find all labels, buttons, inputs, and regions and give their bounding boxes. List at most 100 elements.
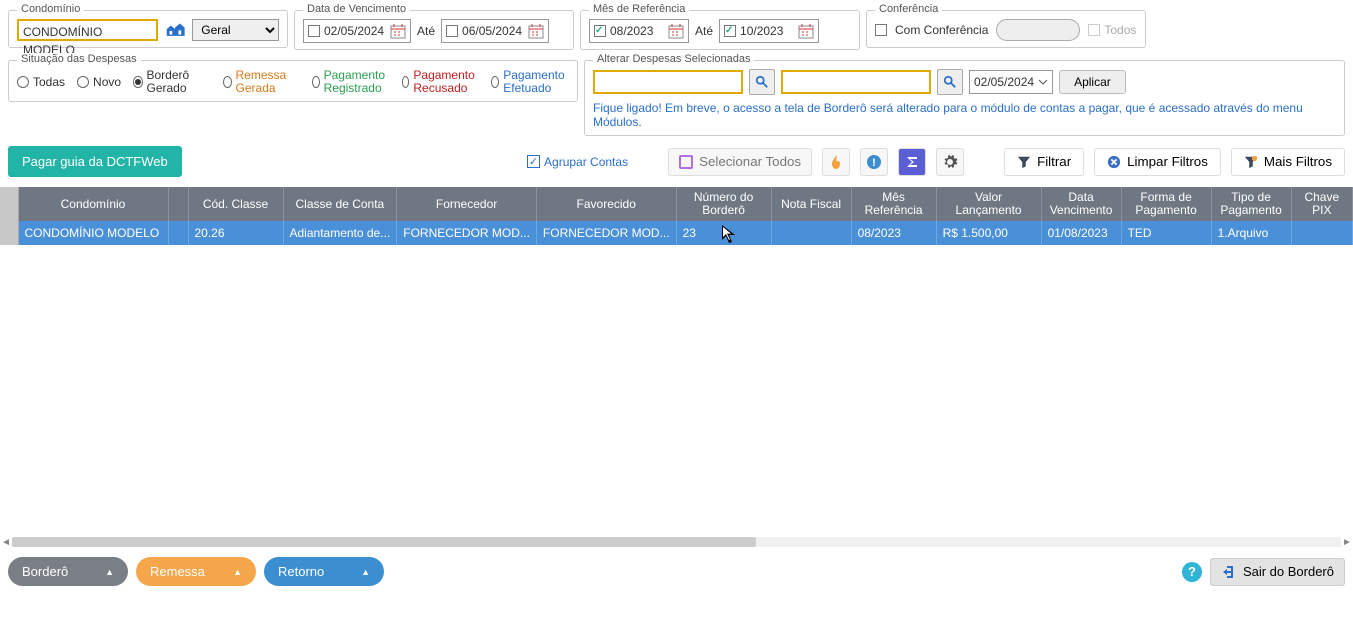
ref-to-value: 10/2023 [740,24,794,38]
selecionar-todos-button[interactable]: Selecionar Todos [668,148,812,176]
grid-container: Condomínio Cód. Classe Classe de Conta F… [0,187,1353,245]
cell-data-venc: 01/08/2023 [1041,221,1121,245]
col-favorecido[interactable]: Favorecido [536,187,676,221]
search-icon [943,75,957,89]
scroll-track[interactable] [12,537,1341,547]
exit-icon [1221,564,1237,580]
cell-nota-fiscal [771,221,851,245]
cell-condominio: CONDOMÍNIO MODELO [18,221,168,245]
sair-bordero-button[interactable]: Sair do Borderô [1210,558,1345,586]
search-button-1[interactable] [749,69,775,95]
sigma-icon-button[interactable] [898,148,926,176]
todos-checkbox[interactable] [1088,24,1100,36]
col-cod-classe[interactable]: Cód. Classe [188,187,283,221]
panel-mes-referencia: Mês de Referência 08/2023 Até 10/2023 [580,10,860,50]
col-num-bordero[interactable]: Número do Borderô [676,187,771,221]
col-condominio[interactable]: Condomínio [18,187,168,221]
condominio-name[interactable]: CONDOMÍNIO MODELO [17,19,158,41]
houses-icon[interactable] [164,20,186,41]
col-nota-fiscal[interactable]: Nota Fiscal [771,187,851,221]
col-valor-lanc[interactable]: Valor Lançamento [936,187,1041,221]
alterar-date-dropdown[interactable]: 02/05/2024 [969,70,1053,94]
info-icon-button[interactable]: ! [860,148,888,176]
ref-from-checkbox[interactable] [594,25,606,37]
limpar-filtros-button[interactable]: Limpar Filtros [1094,148,1221,176]
filtrar-button[interactable]: Filtrar [1004,148,1084,176]
venc-to-value: 06/05/2024 [462,24,524,38]
col-forma-pag[interactable]: Forma de Pagamento [1121,187,1211,221]
triangle-up-icon: ▲ [105,567,114,577]
calendar-icon [798,23,814,39]
venc-to[interactable]: 06/05/2024 [441,19,549,43]
venc-from[interactable]: 02/05/2024 [303,19,411,43]
cell-chave-pix [1291,221,1352,245]
venc-from-checkbox[interactable] [308,25,320,37]
condominio-tipo-select[interactable]: Geral [192,19,279,41]
bordero-menu-button[interactable]: Borderô▲ [8,557,128,586]
svg-text:!: ! [872,157,876,169]
table-row[interactable]: CONDOMÍNIO MODELO 20.26 Adiantamento de.… [0,221,1353,245]
ref-from[interactable]: 08/2023 [589,19,689,43]
cell-cod-classe: 20.26 [188,221,283,245]
cell-mes-ref: 08/2023 [851,221,936,245]
flame-icon-button[interactable] [822,148,850,176]
calendar-icon [528,23,544,39]
col-tipo-pag[interactable]: Tipo de Pagamento [1211,187,1291,221]
notice-text: Fique ligado! Em breve, o acesso a tela … [593,101,1336,129]
alterar-search-2[interactable] [781,70,931,94]
clear-filter-icon [1107,155,1121,169]
radio-remessa[interactable]: Remessa Gerada [223,69,301,95]
radio-bordero[interactable]: Borderô Gerado [133,69,211,95]
aplicar-button[interactable]: Aplicar [1059,70,1126,94]
cell-forma-pag: TED [1121,221,1211,245]
agrupar-contas-checkbox[interactable]: ✓ Agrupar Contas [527,155,628,169]
ref-to[interactable]: 10/2023 [719,19,819,43]
cell-classe-conta: Adiantamento de... [283,221,397,245]
col-data-venc[interactable]: Data Vencimento [1041,187,1121,221]
chevron-down-icon [1038,77,1048,87]
select-all-icon [679,155,693,169]
col-chave-pix[interactable]: Chave PIX [1291,187,1352,221]
radio-registrado[interactable]: Pagamento Registrado [312,69,390,95]
gear-icon-button[interactable] [936,148,964,176]
todos-checkbox-group[interactable]: Todos [1088,23,1136,37]
remessa-menu-button[interactable]: Remessa▲ [136,557,256,586]
scroll-left-arrow[interactable]: ◄ [0,537,12,548]
ref-ate-label: Até [695,24,713,38]
search-icon [755,75,769,89]
scroll-thumb[interactable] [12,537,756,547]
row-checkbox[interactable] [168,221,188,245]
cell-fornecedor: FORNECEDOR MOD... [397,221,537,245]
legend-conferencia: Conferência [875,3,942,15]
legend-alterar: Alterar Despesas Selecionadas [593,53,754,65]
alterar-search-1[interactable] [593,70,743,94]
conferencia-toggle[interactable] [996,19,1080,41]
horizontal-scrollbar[interactable]: ◄ ► [0,535,1353,549]
com-conferencia-checkbox[interactable] [875,24,887,36]
cell-favorecido: FORNECEDOR MOD... [536,221,676,245]
todos-label: Todos [1104,23,1136,37]
panel-situacao: Situação das Despesas Todas Novo Borderô… [8,60,578,102]
radio-recusado[interactable]: Pagamento Recusado [402,69,480,95]
pagar-guia-button[interactable]: Pagar guia da DCTFWeb [8,146,182,177]
scroll-right-arrow[interactable]: ► [1341,537,1353,548]
radio-efetuado[interactable]: Pagamento Efetuado [491,69,569,95]
ref-to-checkbox[interactable] [724,25,736,37]
mais-filtros-button[interactable]: Mais Filtros [1231,148,1345,176]
radio-todas[interactable]: Todas [17,76,65,89]
legend-mes-referencia: Mês de Referência [589,3,689,15]
col-mes-ref[interactable]: Mês Referência [851,187,936,221]
search-button-2[interactable] [937,69,963,95]
col-check[interactable] [168,187,188,221]
radio-novo[interactable]: Novo [77,76,121,89]
col-fornecedor[interactable]: Fornecedor [397,187,537,221]
venc-from-value: 02/05/2024 [324,24,386,38]
legend-condominio: Condomínio [17,3,84,15]
panel-alterar: Alterar Despesas Selecionadas 02/05/2024… [584,60,1345,136]
col-classe-conta[interactable]: Classe de Conta [283,187,397,221]
row-handle[interactable] [0,221,18,245]
table-header-row: Condomínio Cód. Classe Classe de Conta F… [0,187,1353,221]
retorno-menu-button[interactable]: Retorno▲ [264,557,384,586]
help-icon[interactable]: ? [1182,562,1202,582]
venc-to-checkbox[interactable] [446,25,458,37]
